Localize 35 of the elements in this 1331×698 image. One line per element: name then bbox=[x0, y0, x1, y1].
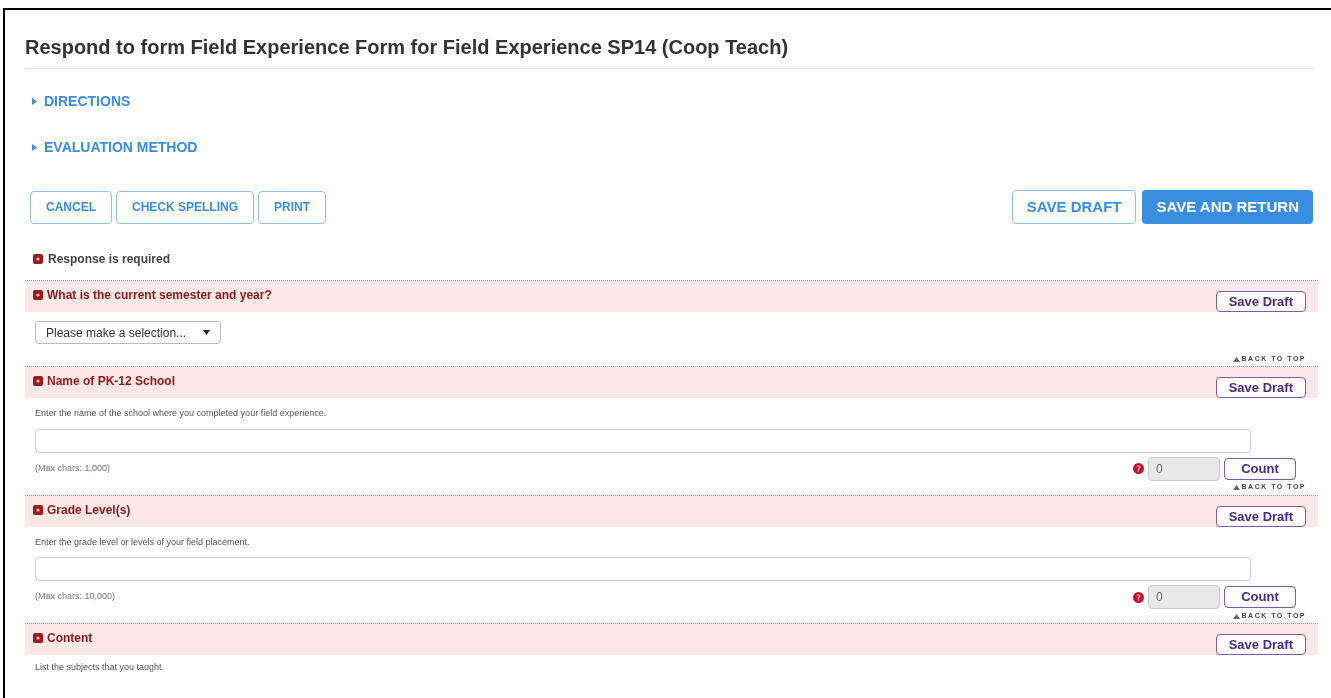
question-title: What is the current semester and year? bbox=[47, 287, 272, 304]
text-input-field[interactable] bbox=[35, 428, 1251, 453]
save-draft-button[interactable]: Save Draft bbox=[1215, 505, 1306, 527]
required-note: Response is required bbox=[48, 251, 171, 268]
dropdown-caret-icon bbox=[203, 330, 210, 335]
save-draft-button[interactable]: Save Draft bbox=[1215, 291, 1306, 312]
triangle-up-icon bbox=[1232, 356, 1240, 362]
question-title: Grade Level(s) bbox=[47, 501, 131, 519]
save-draft-button[interactable]: Save Draft bbox=[1215, 634, 1306, 655]
char-count-field: 0 bbox=[1148, 456, 1220, 481]
page-title: Respond to form Field Experience Form for Field Experience SP14 (Coop Teach) bbox=[25, 10, 1315, 69]
required-icon bbox=[33, 254, 43, 264]
caret-right-icon bbox=[32, 144, 37, 151]
question-title: Name of PK-12 School bbox=[47, 373, 176, 390]
max-chars-note: (Max chars: 10,000) bbox=[35, 590, 116, 604]
required-icon bbox=[33, 290, 43, 300]
text-input-field[interactable] bbox=[35, 557, 1251, 581]
caret-right-icon bbox=[32, 98, 37, 105]
required-icon bbox=[33, 504, 43, 515]
max-chars-note: (Max chars: 1,000) bbox=[35, 461, 111, 475]
semester-dropdown[interactable]: Please make a selection... bbox=[35, 321, 221, 344]
help-icon[interactable] bbox=[1133, 591, 1144, 603]
help-icon[interactable] bbox=[1133, 463, 1144, 474]
question-title: Content bbox=[47, 630, 93, 647]
field-description: Enter the name of the school where you completed your field experience. bbox=[35, 407, 328, 420]
required-icon bbox=[33, 376, 43, 386]
required-icon bbox=[33, 633, 43, 643]
count-button[interactable]: Count bbox=[1224, 457, 1296, 480]
field-description: Enter the grade level or levels of your field placement. bbox=[35, 535, 251, 549]
field-description: List the subjects that you taught. bbox=[35, 661, 166, 674]
triangle-up-icon bbox=[1232, 485, 1240, 490]
triangle-up-icon bbox=[1232, 613, 1240, 619]
save-draft-button[interactable]: Save Draft bbox=[1215, 377, 1306, 398]
count-button[interactable]: Count bbox=[1224, 586, 1296, 608]
char-count-field: 0 bbox=[1148, 585, 1220, 609]
